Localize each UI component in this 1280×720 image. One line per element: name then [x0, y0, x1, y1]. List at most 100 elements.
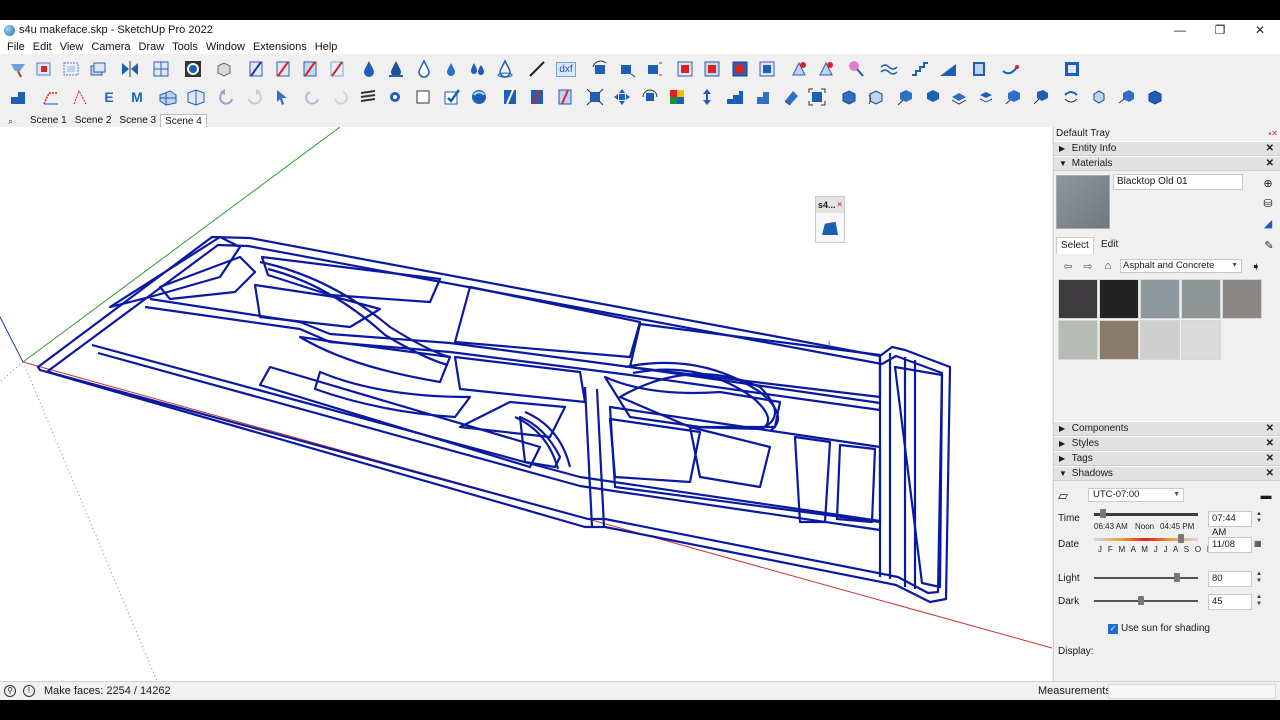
dark-slider-thumb[interactable]	[1138, 596, 1144, 605]
grid-icon[interactable]	[150, 58, 172, 80]
material-swatch[interactable]	[1140, 279, 1180, 319]
drop-dark-icon[interactable]	[385, 58, 407, 80]
dark-slider-track[interactable]	[1094, 600, 1198, 602]
material-swatch[interactable]	[1140, 320, 1180, 360]
section-3-icon[interactable]	[554, 86, 576, 108]
frame-icon[interactable]	[806, 86, 828, 108]
info-icon[interactable]: !	[23, 685, 35, 697]
entity-e-button[interactable]: E	[98, 86, 120, 108]
use-sun-checkbox[interactable]: ✓	[1108, 624, 1118, 634]
drop-outline-icon[interactable]	[413, 58, 435, 80]
mirror-icon[interactable]	[119, 58, 141, 80]
vertical-move-icon[interactable]	[696, 86, 718, 108]
section-1-icon[interactable]	[499, 86, 521, 108]
material-swatch[interactable]	[1099, 279, 1139, 319]
layers-icon[interactable]	[87, 58, 109, 80]
panel-close-icon[interactable]: ✕	[1266, 422, 1274, 436]
scene-tab-2[interactable]: Scene 2	[71, 114, 116, 127]
select-filter-icon[interactable]	[7, 58, 29, 80]
eyedropper-icon[interactable]: ✎	[1261, 237, 1277, 253]
menu-camera[interactable]: Camera	[87, 41, 134, 53]
drop-blue-icon[interactable]	[358, 58, 380, 80]
measurements-input[interactable]	[1108, 684, 1276, 699]
tab-select[interactable]: Select	[1056, 237, 1094, 254]
date-slider-thumb[interactable]	[1178, 534, 1184, 543]
slash-blue-icon[interactable]	[245, 58, 267, 80]
forward-arrow-icon[interactable]: ⇨	[1080, 258, 1096, 274]
close-window-button[interactable]: ✕	[1240, 20, 1280, 40]
panel-shadows[interactable]: ▼ Shadows ✕	[1054, 466, 1280, 481]
details-arrow-icon[interactable]: ➧	[1248, 258, 1264, 274]
tray-pin-icon[interactable]: ▪✕	[1268, 127, 1278, 141]
menu-file[interactable]: File	[3, 41, 29, 53]
time-slider-track[interactable]	[1094, 513, 1198, 516]
material-swatch[interactable]	[1222, 279, 1262, 319]
steps-alt-icon[interactable]	[752, 86, 774, 108]
shadow-settings-icon[interactable]: ▬	[1258, 488, 1274, 504]
calendar-icon[interactable]: ▦	[1254, 539, 1262, 548]
light-spinner[interactable]: ▲ ▼	[1254, 571, 1264, 587]
undo-icon[interactable]	[216, 86, 238, 108]
paint-bucket-icon[interactable]: ⛁	[1260, 195, 1276, 211]
back-arrow-icon[interactable]: ⇦	[1060, 258, 1076, 274]
checkbox-icon[interactable]	[441, 86, 463, 108]
steps-blue-icon[interactable]	[724, 86, 746, 108]
cube-tool-7-icon[interactable]	[1002, 86, 1024, 108]
cube-tool-6-icon[interactable]	[975, 86, 997, 108]
restore-button[interactable]: ❐	[1200, 20, 1240, 40]
target-icon[interactable]	[182, 58, 204, 80]
rotate-object-icon[interactable]	[639, 86, 661, 108]
wall-grid-2-icon[interactable]	[185, 86, 207, 108]
cube-tool-12-icon[interactable]	[1144, 86, 1166, 108]
panel-styles[interactable]: ▶ Styles ✕	[1054, 436, 1280, 451]
drop-split-icon[interactable]	[466, 58, 488, 80]
cube-tool-11-icon[interactable]	[1116, 86, 1138, 108]
menu-extensions[interactable]: Extensions	[249, 41, 311, 53]
light-input[interactable]: 80	[1208, 571, 1252, 587]
panel-materials[interactable]: ▼ Materials ✕	[1054, 156, 1280, 171]
material-swatch[interactable]	[1058, 320, 1098, 360]
scene-tab-1[interactable]: Scene 1	[26, 114, 71, 127]
panel-tags[interactable]: ▶ Tags ✕	[1054, 451, 1280, 466]
dot-icon[interactable]	[384, 86, 406, 108]
line-icon[interactable]	[526, 58, 548, 80]
wand-icon[interactable]	[845, 58, 867, 80]
material-swatch[interactable]	[1181, 320, 1221, 360]
material-library-select[interactable]: Asphalt and Concrete ▼	[1120, 259, 1242, 273]
light-slider-track[interactable]	[1094, 577, 1198, 579]
eraser-icon[interactable]	[780, 86, 802, 108]
cube-tool-8-icon[interactable]	[1030, 86, 1052, 108]
material-swatch[interactable]	[1099, 320, 1139, 360]
section-2-icon[interactable]	[526, 86, 548, 108]
fit-icon[interactable]	[584, 86, 606, 108]
home-icon[interactable]: ⌂	[1100, 258, 1116, 274]
select-box-icon[interactable]	[60, 58, 82, 80]
select-arrow-icon[interactable]	[271, 86, 293, 108]
material-swatch[interactable]	[1058, 279, 1098, 319]
menu-tools[interactable]: Tools	[168, 41, 202, 53]
time-spinner[interactable]: ▲ ▼	[1254, 511, 1264, 527]
undo-gray-icon[interactable]	[302, 86, 324, 108]
drop-ring-icon[interactable]	[494, 58, 516, 80]
wave-icon[interactable]	[878, 58, 900, 80]
eraser-blue-icon[interactable]	[815, 58, 837, 80]
menu-view[interactable]: View	[56, 41, 88, 53]
geo-location-icon[interactable]: ⚲	[4, 685, 16, 697]
cube-icon[interactable]	[213, 58, 235, 80]
redo-icon[interactable]	[243, 86, 265, 108]
ramp-icon[interactable]	[937, 58, 959, 80]
material-swatch[interactable]	[1181, 279, 1221, 319]
menu-help[interactable]: Help	[311, 41, 342, 53]
stairs-icon[interactable]	[909, 58, 931, 80]
scale-box-icon[interactable]	[616, 58, 638, 80]
floating-toolbar-close-button[interactable]: ×	[837, 197, 842, 213]
scene-search-icon[interactable]: ⌕	[0, 116, 26, 127]
menu-edit[interactable]: Edit	[29, 41, 56, 53]
scene-tab-3[interactable]: Scene 3	[115, 114, 160, 127]
move-cross-icon[interactable]	[611, 86, 633, 108]
material-name-field[interactable]: Blacktop Old 01	[1113, 174, 1243, 190]
dark-spinner[interactable]: ▲ ▼	[1254, 594, 1264, 610]
panel-entity-info[interactable]: ▶ Entity Info ✕	[1054, 141, 1280, 156]
cube-tool-1-icon[interactable]	[838, 86, 860, 108]
minimize-button[interactable]: —	[1160, 20, 1200, 40]
